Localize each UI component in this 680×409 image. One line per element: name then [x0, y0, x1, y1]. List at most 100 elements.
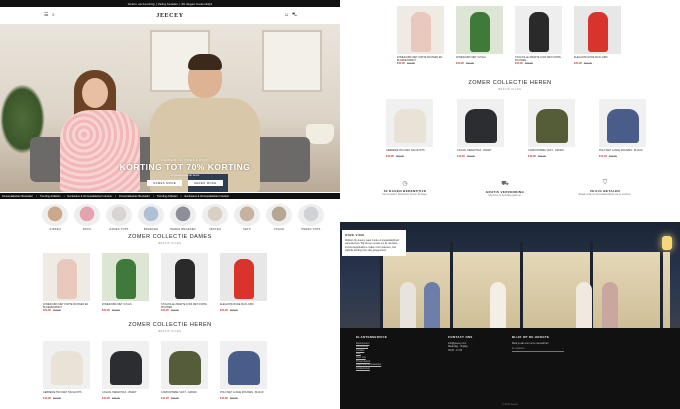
category-item[interactable]: HEREN TOPS [298, 204, 324, 231]
product-image[interactable] [386, 99, 433, 147]
shop-men-button[interactable]: HEREN MODE [188, 180, 223, 186]
product-image[interactable] [43, 253, 90, 301]
product-image[interactable] [397, 6, 444, 54]
category-image[interactable] [74, 204, 100, 226]
category-item[interactable]: VOGUE [266, 204, 292, 231]
category-image[interactable] [202, 204, 228, 226]
category-label[interactable]: VESTEN [202, 228, 228, 231]
category-label[interactable]: HEREN BROEKEN [170, 228, 196, 231]
category-item[interactable]: HEREN BROEKEN [170, 204, 196, 231]
shop-women-button[interactable]: DAMES MODE [147, 180, 183, 186]
category-image[interactable] [170, 204, 196, 226]
footer-contact-line: 09:00 - 17:00 [448, 348, 463, 352]
category-image[interactable] [42, 204, 68, 226]
product-card[interactable]: ZOMERJURK MET V-HALS €34,95 €69,95 [456, 6, 503, 65]
category-item[interactable]: DAMES TOPS [106, 204, 132, 231]
product-name[interactable]: ZOMERJURK MET KORTE MOUWEN EN BLOEMENPRI… [397, 56, 444, 62]
product-name[interactable]: ZOMERJURK MET V-HALS [456, 56, 503, 62]
product-name[interactable]: COMFORTABEL VEST - GROEN [528, 149, 575, 155]
product-card[interactable]: ELEGANTE RODE MAXI-JURK €34,95 €69,95 [574, 6, 621, 65]
product-image[interactable] [161, 253, 208, 301]
site-logo[interactable]: JEECEY [156, 13, 183, 19]
men-view-all-link[interactable]: BEKIJK ALLES [0, 330, 340, 333]
product-image[interactable] [102, 341, 149, 389]
ticker-sep: • [180, 194, 182, 198]
category-label[interactable]: ROKS [74, 228, 100, 231]
product-name[interactable]: STIJLVOLLE ZWARTE JURK MET KORTE MOUWEN [161, 303, 208, 309]
product-card[interactable]: POLO MET LANGE MOUWEN - BLAUW €44,95 €89,9… [599, 99, 646, 158]
category-item[interactable]: JURKEN [42, 204, 68, 231]
cart-icon[interactable]: ⛍ [292, 12, 297, 19]
product-card[interactable]: COMFORTABEL VEST - GROEN €44,95 €89,95 [528, 99, 575, 158]
men-view-all-link[interactable]: BEKIJK ALLES [340, 88, 680, 91]
product-image[interactable] [599, 99, 646, 147]
ticker-item: Zomerpakketten Bestseller [118, 194, 150, 198]
category-item[interactable]: BROEKEN [138, 204, 164, 231]
product-card[interactable]: COMFORTABEL VEST - GROEN €44,95 €89,95 [161, 341, 208, 400]
arrow-right-icon[interactable]: → [562, 347, 564, 351]
product-name[interactable]: GEBREIDE TRUI MET HALVE RITS [386, 149, 433, 155]
product-price: €34,95 €69,95 [43, 309, 90, 312]
menu-icon[interactable]: ☰ [44, 12, 48, 18]
left-page-column: Gratis verzending | Veilig betalen | 30 … [0, 0, 340, 409]
product-card[interactable]: CASUAL HERENTRUI - ZWART €44,95 €89,95 [457, 99, 504, 158]
category-item[interactable]: ROKS [74, 204, 100, 231]
account-icon[interactable]: ☺ [284, 12, 289, 18]
product-image[interactable] [457, 99, 504, 147]
product-image[interactable] [456, 6, 503, 54]
product-name[interactable]: GEBREIDE TRUI MET HALVE RITS [43, 391, 90, 397]
product-name[interactable]: ZOMERJURK MET V-HALS [102, 303, 149, 309]
product-image[interactable] [161, 341, 208, 389]
newsletter-email-input[interactable]: E-mailadres → [512, 347, 564, 353]
footer-link[interactable]: Cookiebeleid [356, 367, 387, 371]
category-image[interactable] [106, 204, 132, 226]
category-image[interactable] [234, 204, 260, 226]
category-item[interactable]: SETS [234, 204, 260, 231]
product-name[interactable]: ZOMERJURK MET KORTE MOUWEN EN BLOEMENPRI… [43, 303, 90, 309]
category-image[interactable] [298, 204, 324, 226]
product-image[interactable] [102, 253, 149, 301]
category-item[interactable]: VESTEN [202, 204, 228, 231]
product-card[interactable]: GEBREIDE TRUI MET HALVE RITS €44,95 €89,95 [386, 99, 433, 158]
category-image[interactable] [138, 204, 164, 226]
product-card[interactable]: STIJLVOLLE ZWARTE JURK MET KORTE MOUWEN €… [161, 253, 208, 312]
product-image[interactable] [220, 341, 267, 389]
product-card[interactable]: POLO MET LANGE MOUWEN - BLAUW €44,95 €89,9… [220, 341, 267, 400]
women-view-all-link[interactable]: BEKIJK ALLES [0, 242, 340, 245]
category-label[interactable]: HEREN TOPS [298, 228, 324, 231]
product-price: €44,95 €89,95 [161, 397, 208, 400]
footer-col-newsletter: BLIJF OP DE HOOGTE Meld je aan voor onze… [512, 335, 564, 353]
product-name[interactable]: STIJLVOLLE ZWARTE JURK MET KORTE MOUWEN [515, 56, 562, 62]
product-card[interactable]: ZOMERJURK MET KORTE MOUWEN EN BLOEMENPRI… [397, 6, 444, 65]
product-image[interactable] [43, 341, 90, 389]
product-card[interactable]: CASUAL HERENTRUI - ZWART €44,95 €89,95 [102, 341, 149, 400]
product-card[interactable]: ZOMERJURK MET V-HALS €34,95 €69,95 [102, 253, 149, 312]
category-label[interactable]: SETS [234, 228, 260, 231]
category-label[interactable]: BROEKEN [138, 228, 164, 231]
category-label[interactable]: DAMES TOPS [106, 228, 132, 231]
product-name[interactable]: POLO MET LANGE MOUWEN - BLAUW [220, 391, 267, 397]
product-name[interactable]: ELEGANTE RODE MAXI-JURK [574, 56, 621, 62]
announcement-text: Gratis verzending | Veilig betalen | 30 … [127, 1, 213, 6]
product-image[interactable] [528, 99, 575, 147]
original-price: €89,95 [608, 155, 617, 158]
product-card[interactable]: ELEGANTE RODE MAXI-JURK €34,95 €69,95 [220, 253, 267, 312]
category-image[interactable] [266, 204, 292, 226]
product-card[interactable]: ZOMERJURK MET KORTE MOUWEN EN BLOEMENPRI… [43, 253, 90, 312]
product-image[interactable] [515, 6, 562, 54]
search-icon[interactable]: ⌕ [52, 12, 55, 18]
product-name[interactable]: COMFORTABEL VEST - GROEN [161, 391, 208, 397]
product-card[interactable]: GEBREIDE TRUI MET HALVE RITS €44,95 €89,95 [43, 341, 90, 400]
product-name[interactable]: CASUAL HERENTRUI - ZWART [457, 149, 504, 155]
sale-price: €44,95 [457, 155, 465, 158]
hero-window [262, 30, 322, 92]
original-price: €89,95 [537, 155, 546, 158]
product-image[interactable] [220, 253, 267, 301]
category-label[interactable]: VOGUE [266, 228, 292, 231]
product-name[interactable]: ELEGANTE RODE MAXI-JURK [220, 303, 267, 309]
product-card[interactable]: STIJLVOLLE ZWARTE JURK MET KORTE MOUWEN €… [515, 6, 562, 65]
product-image[interactable] [574, 6, 621, 54]
product-name[interactable]: POLO MET LANGE MOUWEN - BLAUW [599, 149, 646, 155]
category-label[interactable]: JURKEN [42, 228, 68, 231]
product-name[interactable]: CASUAL HERENTRUI - ZWART [102, 391, 149, 397]
